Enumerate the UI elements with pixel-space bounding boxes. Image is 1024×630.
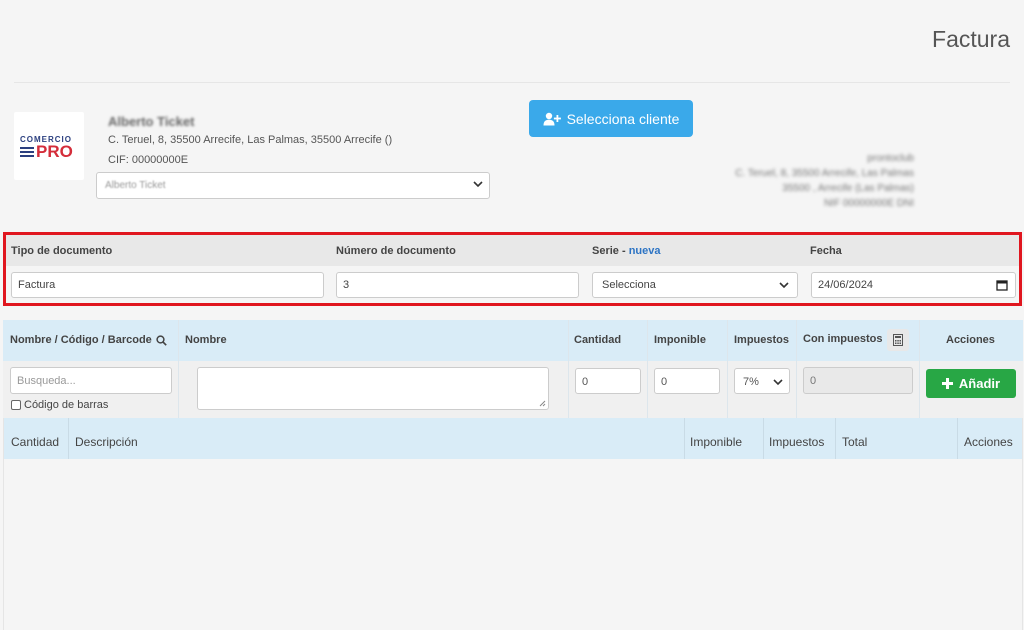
column-divider — [763, 418, 764, 459]
column-divider — [178, 320, 179, 418]
lines-header-total: Total — [842, 435, 868, 449]
column-divider — [835, 418, 836, 459]
client-info: prontoclub C. Teruel, 8, 35500 Arrecife,… — [735, 151, 914, 211]
qty-input[interactable]: 0 — [575, 368, 641, 394]
lines-header-acciones: Acciones — [964, 435, 1013, 449]
company-logo: COMERCIO PRO — [14, 112, 84, 180]
taxable-input[interactable]: 0 — [654, 368, 720, 394]
select-client-button[interactable]: Selecciona cliente — [529, 100, 693, 137]
tax-select-value: 7% — [743, 376, 759, 388]
lines-header-imponible: Imponible — [690, 435, 743, 449]
add-item-label: Añadir — [958, 376, 1001, 391]
fecha-label: Fecha — [810, 245, 842, 257]
client-info-line: NIF 00000000E DNI — [823, 198, 914, 209]
logo-lines-icon — [20, 147, 34, 159]
column-divider — [919, 320, 920, 418]
user-plus-icon — [543, 112, 561, 125]
company-select-value: Alberto Ticket — [105, 180, 166, 191]
resize-handle-icon[interactable] — [539, 400, 546, 407]
column-divider — [684, 418, 685, 459]
serie-label: Serie — [592, 245, 619, 257]
company-address: C. Teruel, 8, 35500 Arrecife, Las Palmas… — [108, 134, 393, 146]
chevron-down-icon — [473, 181, 483, 188]
logo-main-text: PRO — [36, 142, 73, 161]
item-entry-header: Nombre / Código / Barcode Nombre Cantida… — [3, 320, 1023, 361]
name-column-header: Nombre — [185, 334, 227, 346]
barcode-checkbox-label: Código de barras — [24, 399, 109, 411]
serie-nueva-link[interactable]: nueva — [629, 245, 661, 257]
item-entry-table: Nombre / Código / Barcode Nombre Cantida… — [3, 320, 1023, 418]
serie-select[interactable]: Selecciona — [592, 272, 798, 298]
with-taxes-input: 0 — [803, 367, 913, 394]
invoice-lines-header: Cantidad Descripción Imponible Impuestos… — [4, 418, 1022, 459]
column-divider — [727, 320, 728, 418]
taxable-column-header: Imponible — [654, 334, 706, 346]
column-divider — [796, 320, 797, 418]
actions-column-header: Acciones — [946, 334, 995, 346]
code-column-header: Nombre / Código / Barcode — [10, 334, 167, 346]
column-divider — [68, 418, 69, 459]
calendar-icon[interactable] — [996, 279, 1008, 291]
tipo-documento-input[interactable]: Factura — [11, 272, 324, 298]
lines-header-descripcion: Descripción — [75, 435, 138, 449]
numero-documento-label: Número de documento — [336, 245, 456, 257]
fecha-value: 24/06/2024 — [818, 279, 874, 291]
client-info-line: C. Teruel, 8, 35500 Arrecife, Las Palmas — [735, 168, 914, 179]
lines-header-cantidad: Cantidad — [11, 435, 60, 449]
column-divider — [647, 320, 648, 418]
tipo-documento-label: Tipo de documento — [11, 245, 113, 257]
item-name-textarea[interactable] — [197, 367, 549, 410]
with-taxes-column-header: Con impuestos — [803, 333, 883, 345]
company-cif: CIF: 00000000E — [108, 154, 189, 166]
serie-separator: - — [618, 245, 629, 257]
search-icon — [156, 334, 167, 346]
tax-select[interactable]: 7% — [734, 368, 790, 394]
numero-documento-input[interactable]: 3 — [336, 272, 579, 298]
code-column-label: Nombre / Código / Barcode — [10, 334, 152, 346]
barcode-checkbox[interactable] — [11, 400, 21, 410]
document-fields-panel: Tipo de documento Número de documento Se… — [3, 232, 1022, 306]
page-title: Factura — [932, 26, 1010, 52]
add-item-button[interactable]: Añadir — [926, 369, 1016, 398]
plus-icon — [941, 378, 953, 389]
title-divider — [14, 82, 1010, 83]
company-name: Alberto Ticket — [108, 114, 195, 129]
chevron-down-icon — [779, 282, 789, 289]
calculator-button[interactable] — [887, 329, 909, 351]
qty-column-header: Cantidad — [574, 334, 622, 346]
client-info-line: 35500 , Arrecife (Las Palmas) — [782, 183, 914, 194]
chevron-down-icon — [773, 379, 783, 386]
invoice-lines-table: Cantidad Descripción Imponible Impuestos… — [3, 418, 1023, 630]
taxes-column-header: Impuestos — [734, 334, 790, 346]
barcode-checkbox-group[interactable]: Código de barras — [11, 399, 108, 411]
search-input[interactable]: Busqueda... — [10, 367, 172, 394]
column-divider — [568, 320, 569, 418]
serie-label-group: Serie - nueva — [592, 245, 661, 257]
calculator-icon — [893, 334, 903, 346]
company-select[interactable]: Alberto Ticket — [96, 172, 490, 199]
column-divider — [957, 418, 958, 459]
document-fields-header: Tipo de documento Número de documento Se… — [6, 235, 1019, 266]
select-client-label: Selecciona cliente — [566, 110, 680, 127]
client-info-line: prontoclub — [867, 153, 914, 164]
serie-select-value: Selecciona — [602, 279, 656, 291]
lines-header-impuestos: Impuestos — [769, 435, 825, 449]
fecha-input[interactable]: 24/06/2024 — [811, 272, 1016, 298]
